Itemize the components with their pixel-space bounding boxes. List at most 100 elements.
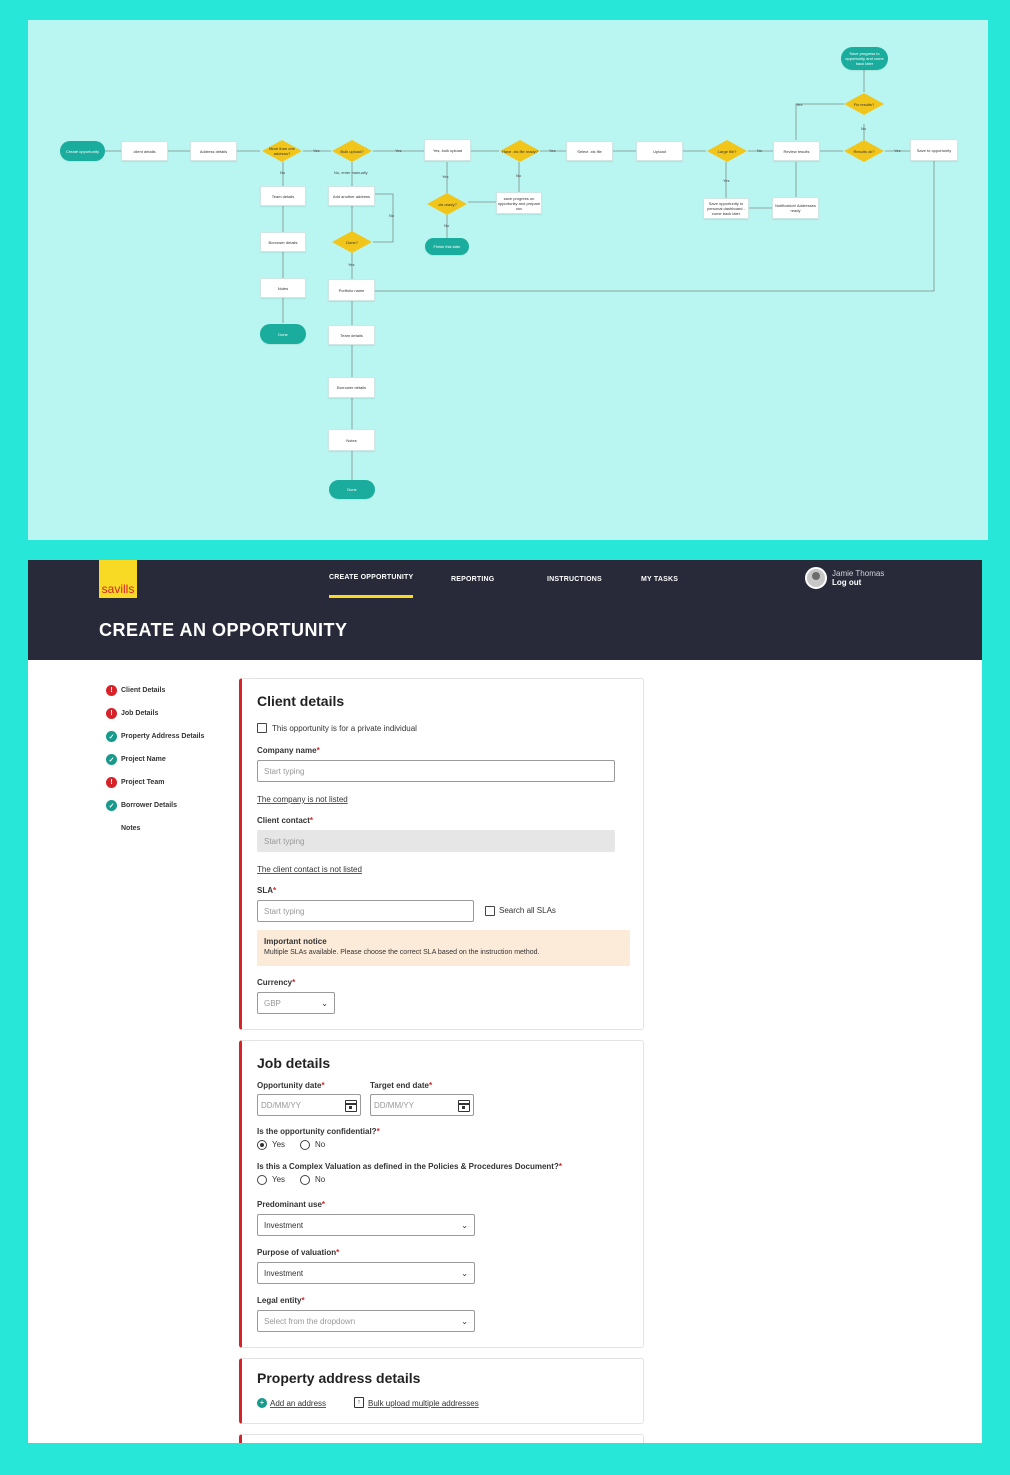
- calendar-icon[interactable]: [345, 1100, 357, 1112]
- flow-node-borrower-details-1: Borrower details: [260, 232, 306, 252]
- logout-link[interactable]: Log out: [832, 578, 884, 587]
- flow-node-select-xls: Select .xls file: [566, 141, 613, 161]
- sla-input[interactable]: Start typing: [257, 900, 474, 922]
- check-icon: ✓: [106, 731, 117, 742]
- nav-create-opportunity[interactable]: CREATE OPPORTUNITY: [329, 560, 414, 598]
- purpose-select[interactable]: Investment ⌄: [257, 1262, 475, 1284]
- flow-edge-label: Yes: [549, 148, 556, 153]
- flow-node-yes-bulk-upload: Yes, bulk upload: [424, 139, 471, 161]
- flow-node-add-another-address: Add another address: [328, 186, 375, 206]
- currency-select[interactable]: GBP ⌄: [257, 992, 335, 1014]
- savills-logo[interactable]: savills: [99, 560, 137, 598]
- confidential-no-label: No: [315, 1140, 326, 1149]
- sidebar-step-client-details[interactable]: ! Client Details: [106, 685, 165, 696]
- user-menu[interactable]: Jamie Thomas Log out: [805, 567, 884, 589]
- important-notice: Important notice Multiple SLAs available…: [257, 930, 630, 966]
- top-navigation-bar: savills CREATE OPPORTUNITY REPORTING INS…: [28, 560, 982, 598]
- chevron-down-icon: ⌄: [321, 998, 328, 1008]
- error-icon: !: [106, 708, 117, 719]
- private-individual-label: This opportunity is for a private indivi…: [272, 724, 417, 733]
- sidebar-step-notes[interactable]: Notes: [106, 823, 140, 834]
- flow-decision-fix-results: Fix results?: [844, 93, 884, 115]
- legal-entity-select[interactable]: Select from the dropdown ⌄: [257, 1310, 475, 1332]
- predominant-use-label: Predominant use*: [257, 1200, 326, 1209]
- flow-decision-large-file: Large file?: [707, 140, 747, 162]
- target-end-date-input[interactable]: DD/MM/YY: [370, 1094, 474, 1116]
- client-details-card: Client details This opportunity is for a…: [239, 678, 644, 1030]
- chevron-down-icon: ⌄: [461, 1268, 468, 1278]
- complex-yes-label: Yes: [272, 1175, 286, 1184]
- confidential-no-radio[interactable]: [300, 1140, 310, 1150]
- flow-edge-label: Yes: [313, 148, 320, 153]
- predominant-use-select[interactable]: Investment ⌄: [257, 1214, 475, 1236]
- flow-node-create-opportunity: Create opportunity: [60, 141, 105, 161]
- card-title: Property address details: [257, 1370, 421, 1386]
- sidebar-step-label: Project Name: [121, 756, 166, 763]
- flow-node-notes-1: Notes: [260, 278, 306, 298]
- flow-edge-label: No: [389, 213, 395, 218]
- flow-edge-label: Yes: [442, 174, 449, 179]
- confidential-yes-radio[interactable]: [257, 1140, 267, 1150]
- chevron-down-icon: ⌄: [461, 1316, 468, 1326]
- client-contact-label: Client contact*: [257, 816, 314, 825]
- check-icon: ✓: [106, 800, 117, 811]
- predominant-use-value: Investment: [264, 1220, 304, 1230]
- flow-node-finish-later: Finish this later: [425, 238, 469, 255]
- flow-node-borrower-details-2: Borrower details: [328, 377, 375, 398]
- app-window: savills CREATE OPPORTUNITY REPORTING INS…: [28, 560, 982, 1443]
- flow-edge-label: Yes: [894, 148, 901, 153]
- flow-decision-more-than-one: More than one address?: [262, 140, 302, 162]
- complex-no-radio[interactable]: [300, 1175, 310, 1185]
- upload-icon[interactable]: ↑: [354, 1397, 364, 1408]
- next-section-card: [239, 1434, 644, 1443]
- flow-node-save-progress-top: Save progress to opportunity and come ba…: [841, 47, 888, 70]
- flowchart-panel: Create opportunity client details Addres…: [28, 20, 988, 540]
- flow-decision-have-xls: Have .xls file ready?: [500, 140, 540, 162]
- legal-entity-label: Legal entity*: [257, 1296, 305, 1305]
- nav-instructions[interactable]: INSTRUCTIONS: [547, 560, 602, 598]
- flow-edge-label: No: [516, 173, 522, 178]
- opportunity-date-input[interactable]: DD/MM/YY: [257, 1094, 361, 1116]
- sidebar-step-project-team[interactable]: ! Project Team: [106, 777, 164, 788]
- nav-reporting[interactable]: REPORTING: [451, 560, 494, 598]
- page-header: CREATE AN OPPORTUNITY: [28, 598, 982, 660]
- sidebar-step-job-details[interactable]: ! Job Details: [106, 708, 158, 719]
- flow-node-done-1: Done: [260, 324, 306, 344]
- client-contact-not-listed-link[interactable]: The client contact is not listed: [257, 865, 362, 874]
- sidebar-step-borrower-details[interactable]: ✓ Borrower Details: [106, 800, 177, 811]
- flow-edge-label: Yes: [395, 148, 402, 153]
- add-address-link[interactable]: Add an address: [270, 1399, 326, 1408]
- client-contact-input[interactable]: Start typing: [257, 830, 615, 852]
- calendar-icon[interactable]: [458, 1100, 470, 1112]
- nav-my-tasks[interactable]: MY TASKS: [641, 560, 678, 598]
- sidebar-step-property-address[interactable]: ✓ Property Address Details: [106, 731, 204, 742]
- search-all-slas-checkbox[interactable]: [485, 906, 495, 916]
- company-name-label: Company name*: [257, 746, 320, 755]
- bulk-upload-link[interactable]: Bulk upload multiple addresses: [368, 1399, 479, 1408]
- sla-label: SLA*: [257, 886, 277, 895]
- check-icon: ✓: [106, 754, 117, 765]
- add-circle-icon[interactable]: +: [257, 1398, 267, 1408]
- sidebar-step-project-name[interactable]: ✓ Project Name: [106, 754, 166, 765]
- flow-edge-label: No: [444, 223, 450, 228]
- flow-edge-label: Yes: [796, 102, 803, 107]
- currency-label: Currency*: [257, 978, 296, 987]
- avatar[interactable]: [805, 567, 827, 589]
- property-address-card: Property address details + Add an addres…: [239, 1358, 644, 1424]
- card-title: Job details: [257, 1055, 331, 1071]
- empty-status-icon: [106, 823, 117, 834]
- flow-decision-done: Done?: [332, 231, 372, 253]
- private-individual-checkbox[interactable]: [257, 723, 267, 733]
- legal-entity-placeholder: Select from the dropdown: [264, 1316, 356, 1326]
- company-name-input[interactable]: Start typing: [257, 760, 615, 782]
- flow-node-team-details-1: Team details: [260, 186, 306, 206]
- page-title: CREATE AN OPPORTUNITY: [99, 620, 348, 640]
- flow-decision-results-ok: Results ok?: [844, 140, 884, 162]
- notice-text: Multiple SLAs available. Please choose t…: [264, 949, 540, 956]
- complex-yes-radio[interactable]: [257, 1175, 267, 1185]
- date-placeholder: DD/MM/YY: [374, 1100, 414, 1110]
- company-not-listed-link[interactable]: The company is not listed: [257, 795, 348, 804]
- sidebar-step-label: Property Address Details: [121, 733, 205, 740]
- flow-node-client-details: client details: [121, 141, 168, 161]
- flow-node-upload: Upload: [636, 141, 683, 161]
